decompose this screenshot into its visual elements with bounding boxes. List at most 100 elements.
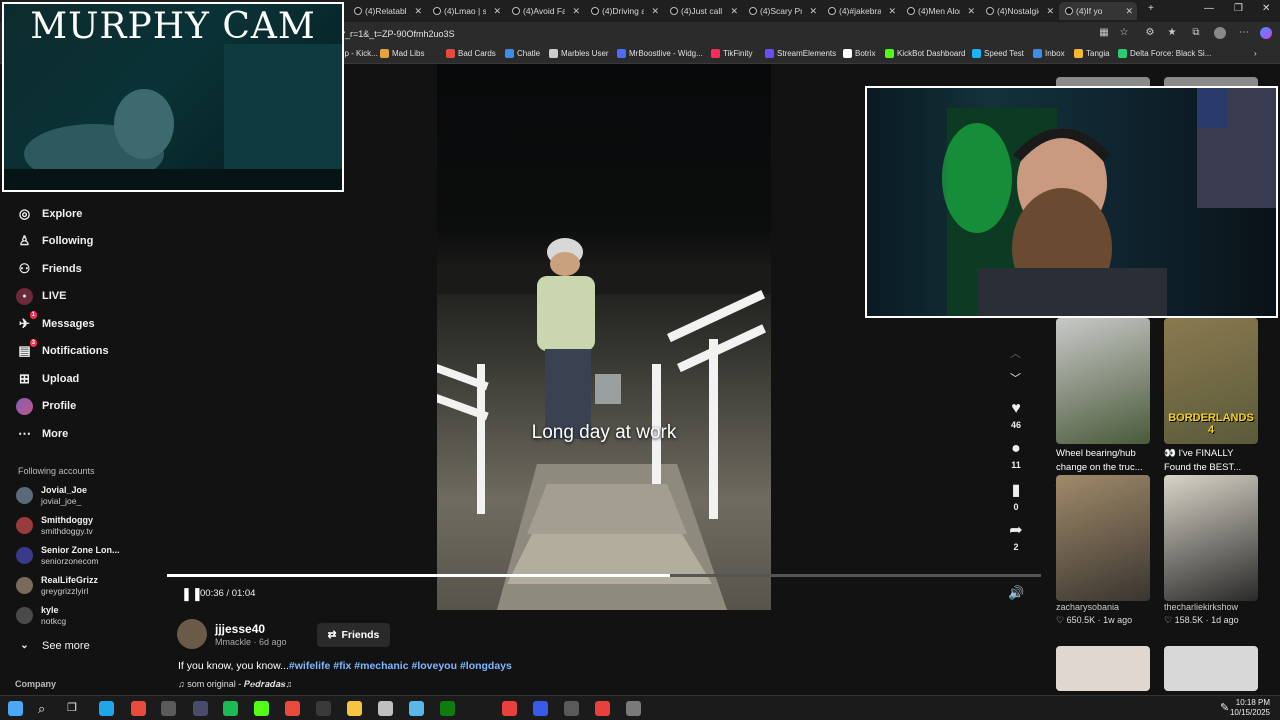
url-field[interactable]: ?_r=1&_t=ZP-90Ofmh2uo3S <box>340 26 1080 42</box>
bookmark-item[interactable]: StreamElements <box>765 49 836 58</box>
browser-tab[interactable]: (4)#jakebrak✕ <box>822 2 900 20</box>
bookmark-item[interactable]: Speed Test <box>972 49 1024 58</box>
app-icon[interactable] <box>254 701 269 716</box>
app-icon[interactable] <box>533 701 548 716</box>
app-icon[interactable] <box>378 701 393 716</box>
following-account[interactable]: kyle notkcg <box>16 605 66 626</box>
close-icon[interactable]: ✕ <box>884 6 900 17</box>
progress-bar[interactable] <box>167 574 1041 577</box>
browser-tab[interactable]: (4)Driving a ✕ <box>585 2 663 20</box>
pen-tray-icon[interactable]: ✎ <box>1220 701 1235 716</box>
like-button[interactable]: ♥ 46 <box>1003 400 1029 430</box>
chevron-down-icon[interactable]: ﹀ <box>1010 370 1021 386</box>
video-card[interactable]: BORDERLANDS 4 👀 I've FINALLY Found the BE… <box>1164 318 1258 500</box>
new-tab-icon[interactable]: + <box>1148 3 1154 14</box>
bookmark-item[interactable]: Tangia <box>1074 49 1110 58</box>
author-avatar[interactable] <box>177 619 207 649</box>
save-button[interactable]: ▮ 0 <box>1003 482 1029 512</box>
close-icon[interactable]: ✕ <box>963 6 979 17</box>
maximize-icon[interactable]: ❐ <box>1234 3 1243 14</box>
video-thumbnail[interactable] <box>1056 646 1150 691</box>
close-icon[interactable]: ✕ <box>1042 6 1058 17</box>
windows-start-icon[interactable] <box>8 701 23 716</box>
volume-icon[interactable]: 🔊 <box>1008 585 1024 601</box>
music-label[interactable]: ♫ som original - 𝑷𝒆𝒅𝒓𝒂𝒅𝒂𝒔♫ <box>178 679 292 690</box>
following-account[interactable]: Senior Zone Lon... seniorzonecom <box>16 545 120 566</box>
browser-tab[interactable]: (4)Lmao | sa✕ <box>427 2 505 20</box>
copilot-icon[interactable] <box>1260 27 1272 39</box>
video-player[interactable]: Long day at work <box>437 64 771 610</box>
sidebar-item-following[interactable]: ♙ Following <box>16 233 94 250</box>
sidebar-item-upload[interactable]: ⊞ Upload <box>16 370 79 387</box>
hashtag-link[interactable]: #wifelife <box>289 660 330 672</box>
task-view-icon[interactable]: ❐ <box>67 701 82 716</box>
comment-button[interactable]: ● 11 <box>1003 440 1029 470</box>
bookmark-item[interactable]: Delta Force: Black Si... <box>1118 49 1211 58</box>
bookmark-item[interactable]: Chatle <box>505 49 540 58</box>
close-icon[interactable]: ✕ <box>1121 6 1137 17</box>
file-explorer-icon[interactable] <box>347 701 362 716</box>
browser-tab[interactable]: (4)Men Alon ✕ <box>901 2 979 20</box>
bookmark-item[interactable]: Bad Cards <box>446 49 496 58</box>
video-card[interactable]: zacharysobania ♡ 650.5K · 1w ago <box>1056 475 1150 626</box>
video-card[interactable]: Wheel bearing/hub change on the truc...j… <box>1056 318 1150 500</box>
app-icon[interactable] <box>285 701 300 716</box>
hashtag-link[interactable]: #mechanic <box>354 660 408 672</box>
bookmark-item[interactable]: Botrix <box>843 49 875 58</box>
spotify-icon[interactable] <box>223 701 238 716</box>
menu-icon[interactable]: ⋯ <box>1238 27 1250 39</box>
following-account[interactable]: Smithdoggy smithdoggy.tv <box>16 515 93 536</box>
following-account[interactable]: RealLifeGrizz greygrizzlyirl <box>16 575 98 596</box>
video-thumbnail[interactable] <box>1056 318 1150 444</box>
favorite-star-icon[interactable]: ☆ <box>1118 27 1130 39</box>
xbox-icon[interactable] <box>440 701 455 716</box>
profile-avatar-icon[interactable] <box>1214 27 1226 39</box>
video-card[interactable]: thecharliekirkshow ♡ 158.5K · 1d ago <box>1164 475 1258 626</box>
share-button[interactable]: ➦ 2 <box>1003 522 1029 552</box>
app-icon[interactable] <box>564 701 579 716</box>
card-user[interactable]: thecharliekirkshow <box>1164 602 1258 612</box>
sidebar-item-live[interactable]: ● LIVE <box>16 287 66 305</box>
browser-tab[interactable]: (4)Avoid Fal ✕ <box>506 2 584 20</box>
app-icon[interactable] <box>161 701 176 716</box>
close-icon[interactable]: ✕ <box>489 6 505 17</box>
app-icon[interactable] <box>595 701 610 716</box>
bookmark-item[interactable]: Mad Libs <box>380 49 424 58</box>
sidebar-item-notifications[interactable]: ▤ 3 Notifications <box>16 338 109 360</box>
favorites-icon[interactable]: ★ <box>1166 27 1178 39</box>
hashtag-link[interactable]: #fix <box>333 660 351 672</box>
author-name[interactable]: jjjesse40 <box>215 622 265 636</box>
bookmark-item[interactable]: TikFinity <box>711 49 752 58</box>
see-more-button[interactable]: ⌄ See more <box>16 637 89 654</box>
hashtag-link[interactable]: #loveyou <box>411 660 457 672</box>
sidebar-item-messages[interactable]: ✈ 1 Messages <box>16 311 95 332</box>
bookmarks-more-icon[interactable]: › <box>1254 49 1257 58</box>
bookmark-item[interactable]: MrBoostlive - Widg... <box>617 49 703 58</box>
extensions-icon[interactable]: ⚙ <box>1144 27 1156 39</box>
edge-icon[interactable] <box>99 701 114 716</box>
video-thumbnail[interactable] <box>1164 475 1258 601</box>
close-icon[interactable]: ✕ <box>647 6 663 17</box>
settings-icon[interactable] <box>626 701 641 716</box>
browser-tab[interactable]: (4)Relatable ✕ <box>348 2 426 20</box>
app-icon[interactable] <box>193 701 208 716</box>
close-icon[interactable]: ✕ <box>805 6 821 17</box>
browser-tab[interactable]: (4)Just call h✕ <box>664 2 742 20</box>
card-user[interactable]: zacharysobania <box>1056 602 1150 612</box>
app-icon[interactable] <box>502 701 517 716</box>
close-window-icon[interactable]: ✕ <box>1262 3 1270 14</box>
bookmark-item[interactable]: KickBot Dashboard <box>885 49 965 58</box>
app-icon[interactable] <box>316 701 331 716</box>
video-thumbnail[interactable]: BORDERLANDS 4 <box>1164 318 1258 444</box>
sidebar-item-profile[interactable]: Profile <box>16 397 76 415</box>
apps-icon[interactable]: ▦ <box>1098 27 1110 39</box>
video-thumbnail[interactable] <box>1164 646 1258 691</box>
sidebar-item-explore[interactable]: ◎ Explore <box>16 205 83 222</box>
collections-icon[interactable]: ⧉ <box>1190 27 1202 39</box>
search-icon[interactable]: ⌕ <box>38 701 53 716</box>
company-link[interactable]: Company <box>15 679 56 689</box>
hashtag-link[interactable]: #longdays <box>460 660 512 672</box>
bookmark-item[interactable]: Inbox <box>1033 49 1065 58</box>
close-icon[interactable]: ✕ <box>568 6 584 17</box>
chrome-icon[interactable] <box>131 701 146 716</box>
